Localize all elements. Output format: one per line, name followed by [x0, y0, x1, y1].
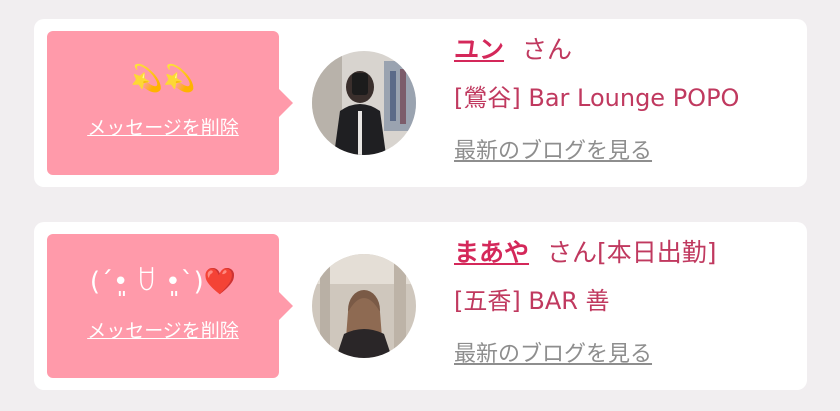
shop-name: [五香] BAR 善 — [454, 287, 610, 315]
message-card: (ˊ•͈ ꇴ •͈ˋ)❤️ メッセージを削除 まあや さん[本日出勤] [五香] … — [34, 222, 807, 390]
heart-icon: ❤️ — [203, 267, 237, 297]
sender-name-link[interactable]: ユン — [454, 35, 504, 64]
honorific: さん — [522, 35, 573, 64]
sender-info: ユン さん [鶯谷] Bar Lounge POPO 最新のブログを見る — [454, 19, 794, 187]
shop-name: [鶯谷] Bar Lounge POPO — [454, 84, 740, 112]
name-row: まあや さん[本日出勤] — [454, 236, 717, 270]
message-text: 💫💫 — [130, 64, 196, 94]
avatar[interactable] — [312, 51, 416, 155]
honorific: さん[本日出勤] — [547, 238, 717, 267]
message-bubble: (ˊ•͈ ꇴ •͈ˋ)❤️ メッセージを削除 — [47, 234, 293, 378]
latest-blog-link[interactable]: 最新のブログを見る — [454, 340, 652, 370]
sender-name-link[interactable]: まあや — [454, 238, 529, 267]
message-list: 💫💫 メッセージを削除 ユン さん [鶯谷] Bar Lounge POPO 最新… — [0, 0, 840, 411]
name-row: ユン さん — [454, 33, 572, 67]
avatar-photo-icon — [312, 51, 416, 155]
message-bubble: 💫💫 メッセージを削除 — [47, 31, 293, 175]
message-text: (ˊ•͈ ꇴ •͈ˋ)❤️ — [47, 264, 279, 300]
kaomoji: (ˊ•͈ ꇴ •͈ˋ) — [89, 267, 204, 297]
message-card: 💫💫 メッセージを削除 ユン さん [鶯谷] Bar Lounge POPO 最新… — [34, 19, 807, 187]
avatar-photo-icon — [312, 254, 416, 358]
avatar[interactable] — [312, 254, 416, 358]
delete-message-link[interactable]: メッセージを削除 — [47, 318, 279, 344]
sender-info: まあや さん[本日出勤] [五香] BAR 善 最新のブログを見る — [454, 222, 794, 390]
latest-blog-link[interactable]: 最新のブログを見る — [454, 137, 652, 167]
delete-message-link[interactable]: メッセージを削除 — [47, 115, 279, 141]
